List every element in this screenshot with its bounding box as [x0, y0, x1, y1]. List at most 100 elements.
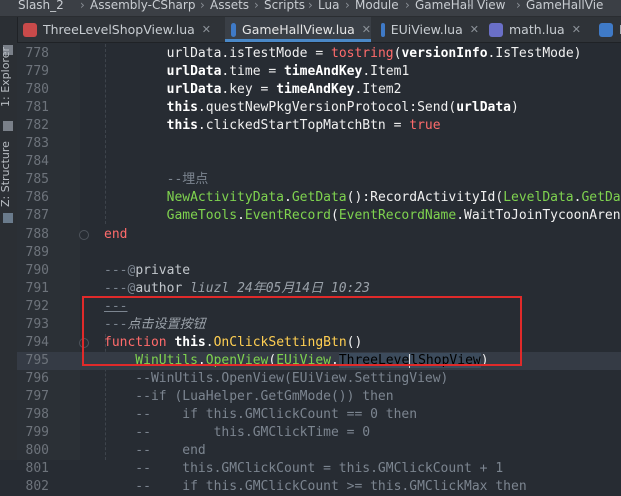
code-line[interactable]: 785 --埋点 [17, 171, 621, 189]
code-token: versionInfo [401, 46, 488, 61]
code-token: urlData [104, 64, 222, 79]
code-line[interactable]: 784 [17, 153, 621, 171]
code-line[interactable]: 791 ---@author liuzl 24年05月14日 10:23 [17, 280, 621, 298]
code-token: --WinUtils.OpenView(EUiView.SettingView) [104, 371, 449, 386]
code-token: . [197, 100, 206, 115]
code-token: -- end [104, 443, 206, 458]
line-number: 799 [25, 425, 49, 440]
code-token: this [104, 100, 198, 115]
code-line[interactable]: 782 this.clickedStartTopMatchBtn = true [17, 117, 621, 135]
code-token: Send [417, 100, 449, 115]
code-token: this [104, 118, 198, 133]
line-number: 789 [25, 245, 49, 260]
code-token: IsTestMode [495, 46, 574, 61]
code-token: ThreeLeve [338, 353, 410, 368]
line-number: 780 [25, 82, 49, 97]
code-line[interactable]: 787 GameTools.EventRecord(EventRecordNam… [17, 207, 621, 225]
code-token: --- [104, 317, 128, 332]
code-text: -- if this.GMClickCount >= this.GMClickM… [104, 478, 526, 496]
line-number: 785 [25, 172, 49, 187]
code-text: --埋点 [104, 171, 209, 189]
code-text: GameTools.EventRecord(EventRecordName.Wa… [104, 207, 621, 225]
line-number: 792 [25, 299, 49, 314]
line-number: 786 [25, 190, 49, 205]
code-line[interactable]: 794 function this.OnClickSettingBtn() [17, 334, 621, 352]
code-token: = [252, 82, 277, 97]
code-token: ) [480, 353, 489, 368]
code-text: WinUtils.OpenView(EUiView.ThreeLevelShop… [104, 352, 489, 370]
code-token: OpenView [205, 353, 269, 368]
code-line[interactable]: 779 urlData.time = timeAndKey.Item1 [17, 63, 621, 81]
code-token: = [385, 118, 410, 133]
code-text: end [104, 226, 127, 244]
code-token: -- if this.GMClickCount == 0 then [104, 407, 418, 422]
code-text: urlData.key = timeAndKey.Item2 [104, 81, 402, 99]
code-line[interactable]: 780 urlData.key = timeAndKey.Item2 [17, 81, 621, 99]
code-token: RecordActivityId [370, 190, 496, 205]
code-text: --WinUtils.OpenView(EUiView.SettingView) [104, 370, 448, 388]
line-number: 793 [25, 317, 49, 332]
code-token: questNewPkgVersionProtocol [205, 100, 410, 115]
line-number: 781 [25, 100, 49, 115]
code-line[interactable]: 789 [17, 244, 621, 262]
code-token: urlData [104, 82, 222, 97]
code-token: timeAndKey [276, 82, 355, 97]
code-token: WaitToJoinTycoonArena [464, 208, 621, 223]
code-token: ( [330, 208, 339, 223]
code-token: . [362, 64, 371, 79]
code-line[interactable]: 788 end [17, 226, 621, 244]
fold-marker-icon[interactable] [79, 338, 89, 348]
code-token: . [237, 208, 245, 223]
code-line[interactable]: 797 --if (LuaHelper.GetGmMode()) then [17, 388, 621, 406]
code-token: NewActivityData [104, 190, 285, 205]
code-token: : [409, 100, 418, 115]
line-number: 800 [25, 443, 49, 458]
code-token: ) [573, 46, 582, 61]
code-token: (): [346, 190, 371, 205]
code-token: --埋点 [104, 172, 209, 187]
code-text: function this.OnClickSettingBtn() [104, 334, 362, 352]
code-token: timeAndKey [284, 64, 363, 79]
line-number: 787 [25, 208, 49, 223]
code-token: GetData [581, 190, 621, 205]
line-number: 798 [25, 407, 49, 422]
line-number: 782 [25, 118, 49, 133]
code-line[interactable]: 799 -- this.GMClickTime = 0 [17, 424, 621, 442]
code-line[interactable]: 800 -- end [17, 442, 621, 460]
code-token: EventRecordName [338, 208, 457, 223]
code-text: ---@author liuzl 24年05月14日 10:23 [104, 280, 370, 298]
code-line[interactable]: 783 [17, 135, 621, 153]
code-token: () [346, 335, 363, 350]
line-number: 783 [25, 136, 49, 151]
code-token: true [409, 118, 441, 133]
code-line[interactable]: 801 -- this.GMClickCount = this.GMClickC… [17, 460, 621, 478]
code-line[interactable]: 786 NewActivityData.GetData():RecordActi… [17, 189, 621, 207]
code-line[interactable]: 790 ---@private [17, 262, 621, 280]
code-token: . [197, 118, 206, 133]
fold-marker-icon[interactable] [79, 230, 89, 240]
code-line[interactable]: 781 this.questNewPkgVersionProtocol:Send… [17, 99, 621, 117]
code-line[interactable]: 796 --WinUtils.OpenView(EUiView.SettingV… [17, 370, 621, 388]
code-line[interactable]: 802 -- if this.GMClickCount >= this.GMCl… [17, 478, 621, 496]
code-token: ( [495, 190, 504, 205]
code-line[interactable]: 798 -- if this.GMClickCount == 0 then [17, 406, 621, 424]
code-token: key [229, 82, 253, 97]
code-text: urlData.time = timeAndKey.Item1 [104, 63, 410, 81]
code-token: lShopView [410, 353, 481, 368]
code-token: urlData [456, 100, 512, 115]
code-token: 24年05月14日 10:23 [237, 281, 370, 296]
code-editor[interactable]: 778 urlData.isTestMode = tostring(versio… [0, 0, 621, 494]
code-token: time [229, 64, 261, 79]
code-line[interactable]: 793 ---点击设置按钮 [17, 316, 621, 334]
code-line[interactable]: 795 WinUtils.OpenView(EUiView.ThreeLevel… [17, 352, 621, 370]
code-token: this [174, 335, 206, 350]
line-number: 788 [25, 227, 49, 242]
line-number: 795 [25, 353, 49, 368]
line-number: 791 [25, 281, 49, 296]
code-line[interactable]: 792 --- [17, 298, 621, 316]
code-token: ) [511, 100, 519, 115]
code-token: EventRecord [244, 208, 331, 223]
code-line[interactable]: 778 urlData.isTestMode = tostring(versio… [17, 45, 621, 63]
line-number: 801 [25, 461, 49, 476]
code-token: function [104, 335, 175, 350]
